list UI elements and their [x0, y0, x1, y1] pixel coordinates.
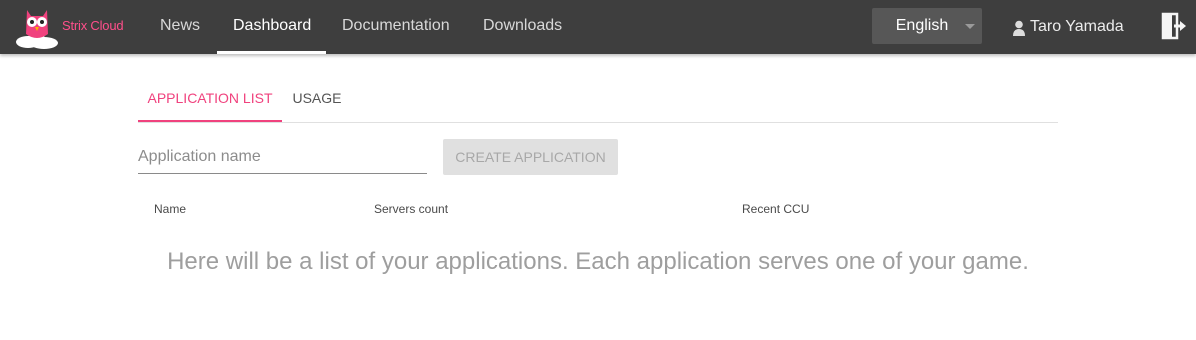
- user-name: Taro Yamada: [1030, 18, 1124, 35]
- nav-downloads[interactable]: Downloads: [483, 0, 562, 54]
- brand-name[interactable]: Strix Cloud: [62, 18, 124, 33]
- caret-down-icon: [965, 24, 975, 29]
- tab-application-list[interactable]: APPLICATION LIST: [138, 78, 282, 122]
- language-select-value: English: [895, 17, 949, 34]
- active-nav-indicator: [217, 51, 326, 54]
- top-navbar: Strix Cloud News Dashboard Documentation…: [0, 0, 1196, 54]
- nav-documentation[interactable]: Documentation: [342, 0, 450, 54]
- application-name-input[interactable]: [138, 140, 427, 174]
- logout-icon[interactable]: [1160, 12, 1188, 40]
- empty-state-message: Here will be a list of your applications…: [167, 248, 1029, 275]
- column-header-servers-count[interactable]: Servers count: [374, 202, 448, 216]
- column-header-recent-ccu[interactable]: Recent CCU: [742, 202, 809, 216]
- nav-news[interactable]: News: [160, 0, 200, 54]
- owl-logo-icon[interactable]: [14, 4, 64, 50]
- language-select[interactable]: English: [872, 8, 982, 44]
- create-application-button[interactable]: CREATE APPLICATION: [443, 139, 618, 175]
- user-icon: [1013, 20, 1025, 36]
- nav-dashboard[interactable]: Dashboard: [233, 0, 311, 54]
- tabs-divider: [138, 122, 1058, 123]
- tab-usage[interactable]: USAGE: [284, 78, 350, 122]
- column-header-name[interactable]: Name: [154, 202, 186, 216]
